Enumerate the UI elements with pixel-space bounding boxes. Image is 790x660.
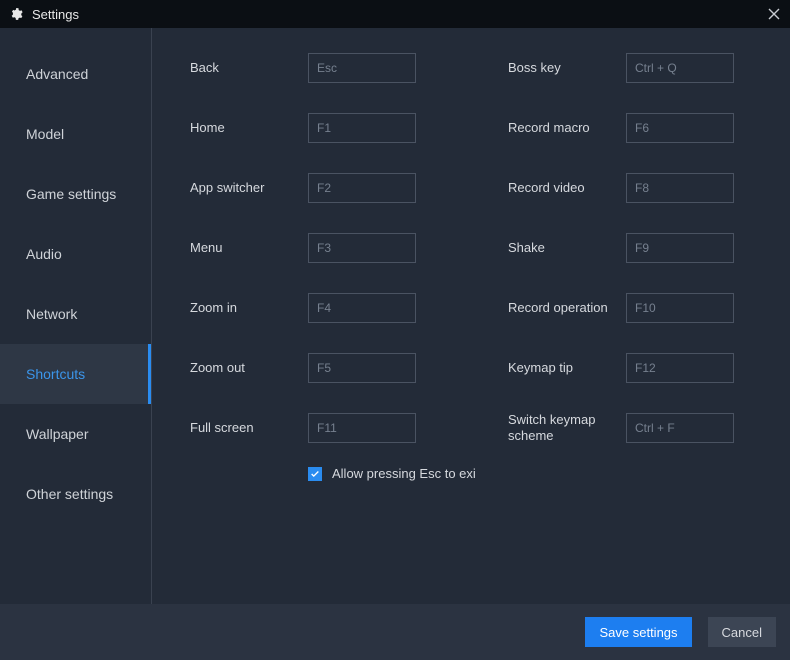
shortcut-input-zoom-in[interactable] <box>308 293 416 323</box>
shortcut-label: Back <box>190 60 308 77</box>
sidebar-item-label: Audio <box>26 246 62 262</box>
shortcut-row-full-screen: Full screen <box>190 412 452 444</box>
shortcut-row-home: Home <box>190 112 452 144</box>
window-title: Settings <box>32 7 79 22</box>
shortcut-row-zoom-in: Zoom in <box>190 292 452 324</box>
shortcut-row-app-switcher: App switcher <box>190 172 452 204</box>
sidebar-item-label: Model <box>26 126 64 142</box>
shortcut-input-record-video[interactable] <box>626 173 734 203</box>
shortcut-input-boss-key[interactable] <box>626 53 734 83</box>
shortcuts-left-column: Back Home App switcher Menu <box>190 52 452 444</box>
shortcut-label: Record macro <box>508 120 626 137</box>
shortcut-row-shake: Shake <box>508 232 770 264</box>
shortcut-input-zoom-out[interactable] <box>308 353 416 383</box>
window-body: Advanced Model Game settings Audio Netwo… <box>0 28 790 604</box>
shortcut-input-keymap-tip[interactable] <box>626 353 734 383</box>
shortcut-row-menu: Menu <box>190 232 452 264</box>
settings-window: Settings Advanced Model Game settings Au… <box>0 0 790 660</box>
shortcut-label: Shake <box>508 240 626 257</box>
sidebar-item-label: Shortcuts <box>26 366 85 382</box>
shortcut-row-boss-key: Boss key <box>508 52 770 84</box>
shortcut-label: Record video <box>508 180 626 197</box>
sidebar-item-label: Game settings <box>26 186 116 202</box>
shortcut-input-menu[interactable] <box>308 233 416 263</box>
sidebar-item-network[interactable]: Network <box>0 284 151 344</box>
sidebar-item-model[interactable]: Model <box>0 104 151 164</box>
shortcut-input-full-screen[interactable] <box>308 413 416 443</box>
shortcut-label: Zoom out <box>190 360 308 377</box>
sidebar-item-game-settings[interactable]: Game settings <box>0 164 151 224</box>
sidebar: Advanced Model Game settings Audio Netwo… <box>0 28 152 604</box>
save-button[interactable]: Save settings <box>585 617 691 647</box>
shortcut-input-home[interactable] <box>308 113 416 143</box>
shortcut-row-record-video: Record video <box>508 172 770 204</box>
titlebar: Settings <box>0 0 790 28</box>
shortcut-label: Menu <box>190 240 308 257</box>
shortcut-row-zoom-out: Zoom out <box>190 352 452 384</box>
shortcut-input-record-macro[interactable] <box>626 113 734 143</box>
gear-icon <box>8 6 24 22</box>
shortcut-label: Zoom in <box>190 300 308 317</box>
shortcut-input-back[interactable] <box>308 53 416 83</box>
shortcut-label: Switch keymap scheme <box>508 412 626 445</box>
shortcut-input-shake[interactable] <box>626 233 734 263</box>
sidebar-item-label: Network <box>26 306 77 322</box>
allow-esc-checkbox[interactable] <box>308 467 322 481</box>
sidebar-item-label: Advanced <box>26 66 88 82</box>
shortcut-label: App switcher <box>190 180 308 197</box>
shortcut-row-switch-keymap-scheme: Switch keymap scheme <box>508 412 770 444</box>
footer: Save settings Cancel <box>0 604 790 660</box>
sidebar-item-advanced[interactable]: Advanced <box>0 44 151 104</box>
shortcut-label: Keymap tip <box>508 360 626 377</box>
allow-esc-row: Allow pressing Esc to exi <box>308 466 770 481</box>
close-icon[interactable] <box>766 6 782 22</box>
shortcut-label: Boss key <box>508 60 626 77</box>
shortcut-input-switch-keymap-scheme[interactable] <box>626 413 734 443</box>
shortcut-label: Full screen <box>190 420 308 437</box>
shortcut-row-keymap-tip: Keymap tip <box>508 352 770 384</box>
main-panel: Back Home App switcher Menu <box>152 28 790 604</box>
sidebar-item-audio[interactable]: Audio <box>0 224 151 284</box>
shortcut-label: Record operation <box>508 300 626 316</box>
sidebar-item-label: Wallpaper <box>26 426 89 442</box>
shortcut-input-app-switcher[interactable] <box>308 173 416 203</box>
sidebar-item-wallpaper[interactable]: Wallpaper <box>0 404 151 464</box>
allow-esc-label: Allow pressing Esc to exi <box>332 466 476 481</box>
shortcut-row-record-operation: Record operation <box>508 292 770 324</box>
shortcut-label: Home <box>190 120 308 137</box>
shortcut-row-record-macro: Record macro <box>508 112 770 144</box>
shortcut-input-record-operation[interactable] <box>626 293 734 323</box>
sidebar-item-label: Other settings <box>26 486 113 502</box>
cancel-button[interactable]: Cancel <box>708 617 776 647</box>
shortcuts-right-column: Boss key Record macro Record video Shake <box>508 52 770 444</box>
sidebar-item-other-settings[interactable]: Other settings <box>0 464 151 524</box>
sidebar-item-shortcuts[interactable]: Shortcuts <box>0 344 151 404</box>
shortcut-row-back: Back <box>190 52 452 84</box>
